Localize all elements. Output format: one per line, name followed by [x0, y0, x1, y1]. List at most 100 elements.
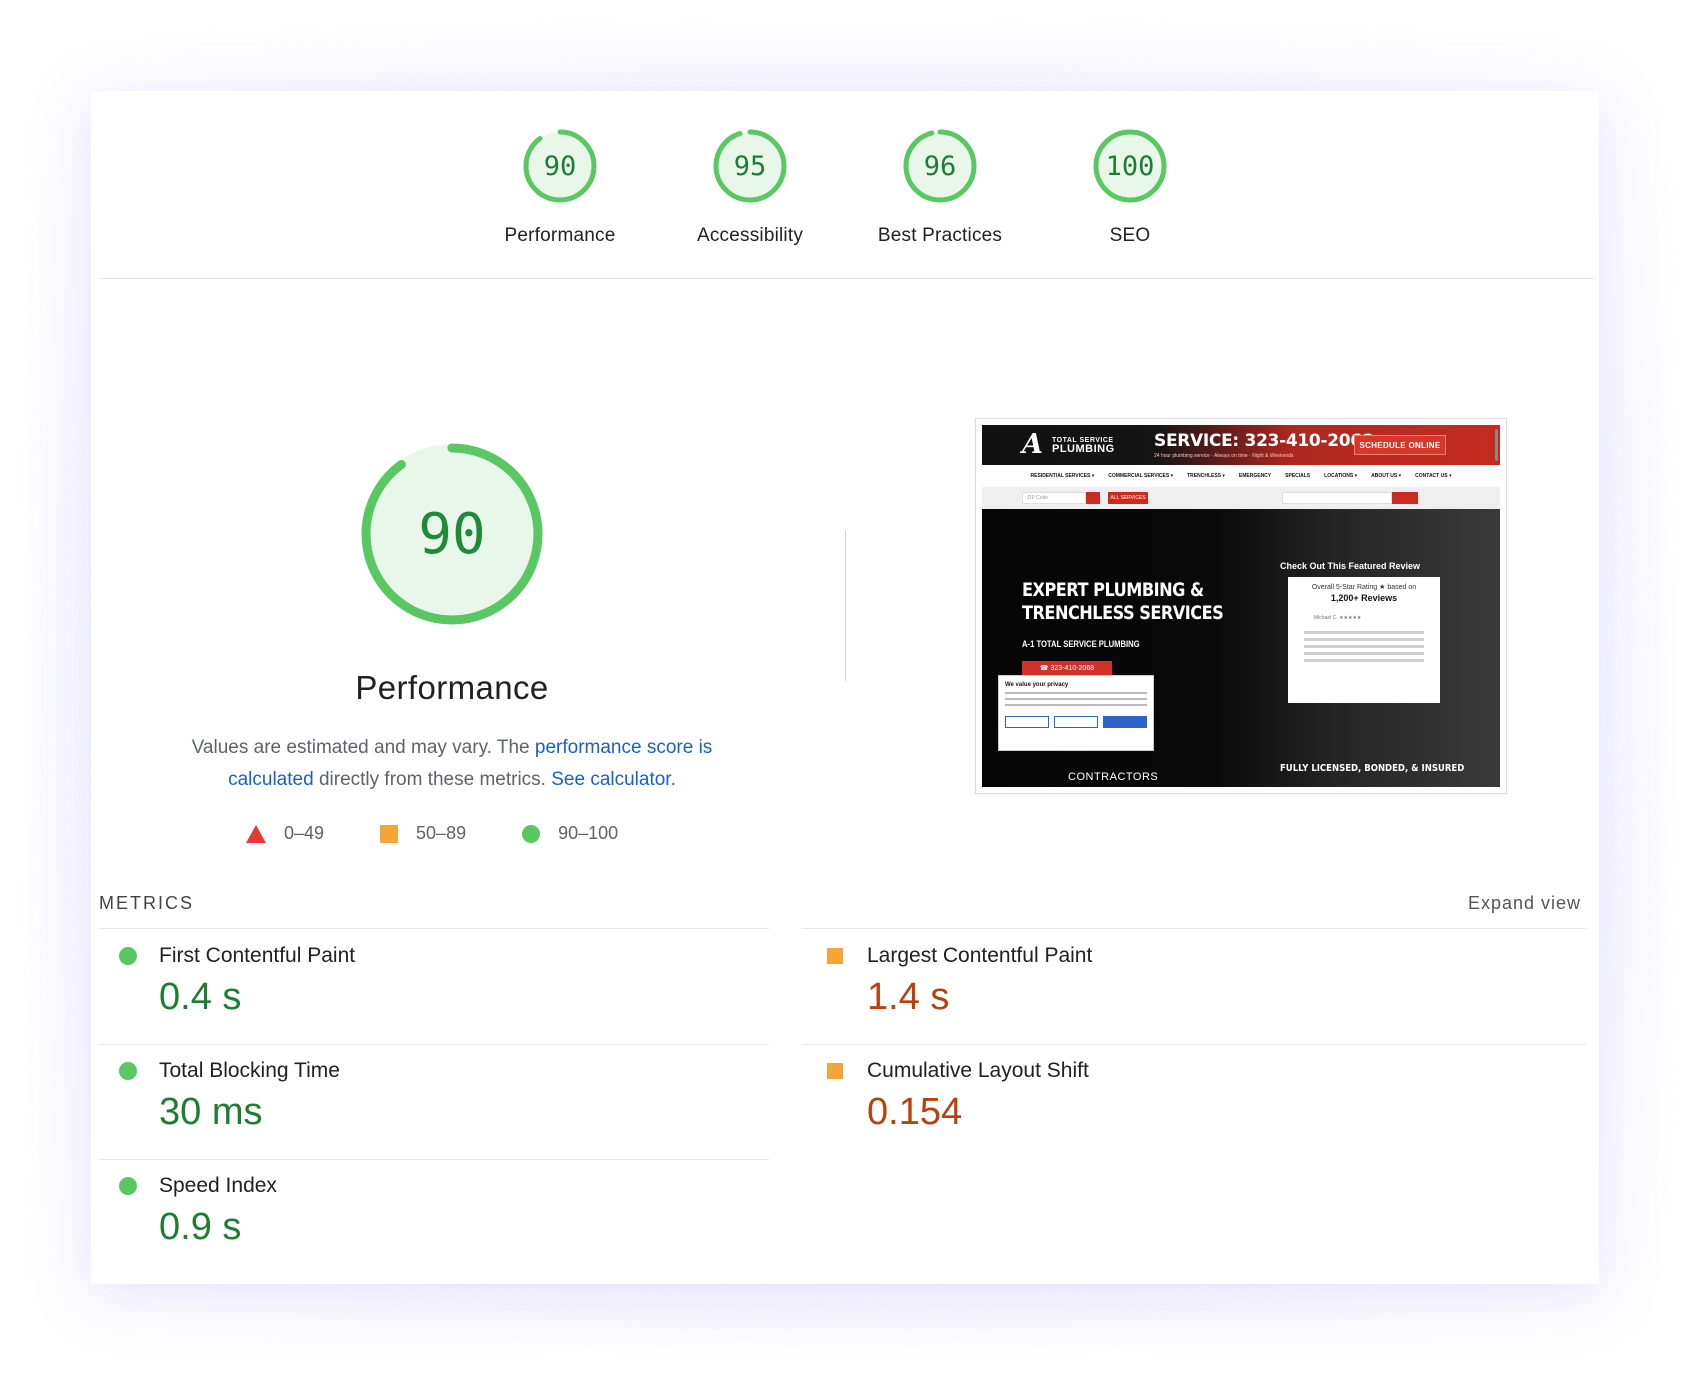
gauge-ring: 96	[901, 127, 979, 205]
site-logo-text: TOTAL SERVICE PLUMBING	[1052, 437, 1115, 455]
hero-title-line: TRENCHLESS SERVICES	[1022, 602, 1224, 624]
site-logo-mark: A	[1022, 429, 1043, 460]
gauge-ring: 100	[1091, 127, 1169, 205]
desc-text: Values are estimated and may vary. The	[191, 737, 535, 758]
site-screenshot: A TOTAL SERVICE PLUMBING SERVICE: 323-41…	[982, 425, 1500, 787]
gauge-score: 95	[733, 150, 767, 182]
logo-line: PLUMBING	[1052, 443, 1115, 455]
divider	[802, 928, 1586, 929]
site-hero-title: EXPERT PLUMBING & TRENCHLESS SERVICES	[1022, 579, 1224, 625]
site-hero-subtitle: A-1 TOTAL SERVICE PLUMBING	[1022, 639, 1140, 649]
metric-speed-index: Speed Index 0.9 s	[119, 1174, 277, 1249]
cookie-buttons	[1005, 716, 1147, 728]
reviewer: Michael C. ★★★★★	[1314, 615, 1362, 621]
legend-good: 90–100	[522, 823, 618, 844]
desc-text: directly from these metrics.	[313, 769, 552, 790]
site-search-bar: ZIP Code ALL SERVICES	[982, 487, 1500, 509]
metric-name: Total Blocking Time	[159, 1059, 340, 1082]
expand-view-toggle[interactable]: Expand view	[1468, 893, 1581, 914]
site-search-input	[1282, 492, 1392, 504]
metric-name: First Contentful Paint	[159, 944, 356, 967]
metric-value: 30 ms	[159, 1091, 263, 1133]
gauge-label: SEO	[1109, 225, 1151, 246]
legend-label: 0–49	[284, 823, 325, 843]
metric-value: 0.9 s	[159, 1206, 242, 1248]
divider	[802, 1044, 1586, 1045]
performance-main-gauge: 90	[354, 436, 550, 632]
see-calculator-link[interactable]: See calculator.	[551, 769, 676, 790]
circle-icon	[522, 824, 541, 843]
site-review-card: Overall 5-Star Rating ★ based on 1,200+ …	[1288, 577, 1440, 703]
site-zip-go	[1086, 492, 1100, 504]
site-nav-item: SPECIALS	[1285, 473, 1311, 479]
gauge-seo[interactable]: 100 SEO	[1035, 91, 1225, 279]
site-nav-item: EMERGENCY	[1238, 473, 1272, 479]
metric-name: Largest Contentful Paint	[867, 944, 1093, 967]
gauge-label: Performance	[504, 225, 616, 246]
legend-average: 50–89	[380, 823, 466, 844]
divider	[99, 278, 1595, 279]
hero-title-line: EXPERT PLUMBING &	[1022, 579, 1204, 601]
performance-title: Performance	[355, 669, 549, 706]
site-schedule-button: SCHEDULE ONLINE	[1354, 435, 1446, 455]
metric-value: 0.154	[867, 1091, 963, 1133]
site-header: A TOTAL SERVICE PLUMBING SERVICE: 323-41…	[982, 425, 1500, 465]
gauge-performance[interactable]: 90 Performance	[465, 91, 655, 279]
site-nav-item: LOCATIONS ▾	[1324, 473, 1358, 479]
review-rating: Overall 5-Star Rating ★ based on	[1311, 584, 1417, 591]
site-zip-input: ZIP Code	[1022, 492, 1086, 504]
legend-poor: 0–49	[246, 823, 324, 844]
site-nav: RESIDENTIAL SERVICES ▾ COMMERCIAL SERVIC…	[982, 465, 1500, 487]
gauge-score: 90	[543, 150, 577, 182]
site-nav-item: COMMERCIAL SERVICES ▾	[1108, 473, 1174, 479]
metric-largest-contentful-paint: Largest Contentful Paint 1.4 s	[827, 944, 1092, 1019]
gauge-score: 100	[1105, 150, 1155, 182]
final-screenshot-thumbnail[interactable]: A TOTAL SERVICE PLUMBING SERVICE: 323-41…	[975, 418, 1507, 794]
metric-total-blocking-time: Total Blocking Time 30 ms	[119, 1059, 340, 1134]
site-contractors: CONTRACTORS	[1068, 771, 1159, 783]
score-legend: 0–49 50–89 90–100	[246, 823, 674, 844]
site-nav-item: ABOUT US ▾	[1371, 473, 1402, 479]
legend-label: 90–100	[558, 823, 619, 843]
metrics-heading: METRICS	[99, 893, 194, 913]
metric-value: 1.4 s	[867, 976, 950, 1018]
gauge-label: Best Practices	[877, 225, 1003, 246]
site-phone-sub: 24 hour plumbing service · Always on tim…	[1154, 453, 1294, 459]
performance-description: Values are estimated and may vary. The p…	[157, 732, 747, 796]
divider	[99, 1044, 769, 1045]
divider	[99, 1159, 769, 1160]
site-licensed: FULLY LICENSED, BONDED, & INSURED	[1280, 763, 1465, 774]
cookie-text-lines	[1005, 692, 1147, 706]
metric-cumulative-layout-shift: Cumulative Layout Shift 0.154	[827, 1059, 1089, 1134]
site-all-services: ALL SERVICES	[1108, 492, 1148, 504]
site-scrollbar	[1495, 429, 1498, 461]
square-icon	[380, 824, 399, 843]
site-nav-item: CONTACT US ▾	[1415, 473, 1452, 479]
status-good-icon	[119, 1177, 137, 1195]
metric-name: Cumulative Layout Shift	[867, 1059, 1089, 1082]
gauge-accessibility[interactable]: 95 Accessibility	[655, 91, 845, 279]
metric-value: 0.4 s	[159, 976, 242, 1018]
gauge-ring: 95	[711, 127, 789, 205]
site-nav-item: RESIDENTIAL SERVICES ▾	[1030, 473, 1095, 479]
gauge-best-practices[interactable]: 96 Best Practices	[845, 91, 1035, 279]
vertical-divider	[845, 531, 846, 681]
status-average-icon	[827, 1063, 843, 1079]
status-good-icon	[119, 947, 137, 965]
lighthouse-report-card: 90 Performance 95 Accessibility 96 Best …	[91, 91, 1599, 1284]
gauge-label: Accessibility	[696, 225, 804, 246]
legend-label: 50–89	[416, 823, 467, 843]
category-gauges: 90 Performance 95 Accessibility 96 Best …	[91, 91, 1599, 279]
metric-first-contentful-paint: First Contentful Paint 0.4 s	[119, 944, 355, 1019]
site-phone: SERVICE: 323-410-2068	[1154, 431, 1374, 451]
gauge-score: 96	[923, 150, 957, 182]
status-good-icon	[119, 1062, 137, 1080]
review-count: 1,200+ Reviews	[1330, 593, 1398, 603]
main-score: 90	[418, 501, 486, 567]
status-average-icon	[827, 948, 843, 964]
divider	[99, 928, 769, 929]
triangle-icon	[246, 824, 266, 843]
site-review-heading: Check Out This Featured Review	[1280, 561, 1421, 571]
review-text-lines	[1294, 631, 1434, 662]
site-cookie-banner: We value your privacy	[998, 675, 1154, 751]
